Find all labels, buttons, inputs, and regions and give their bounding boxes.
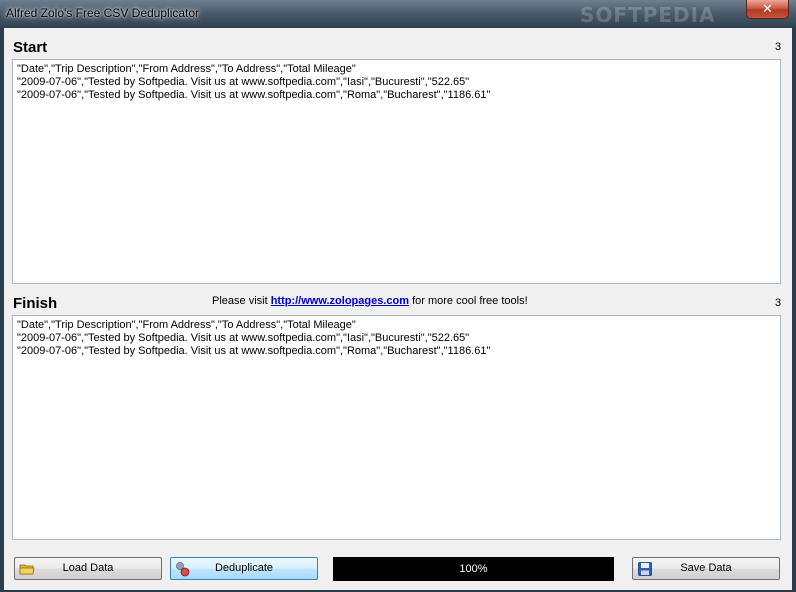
- finish-line: "2009-07-06","Tested by Softpedia. Visit…: [17, 332, 470, 344]
- start-line: "Date","Trip Description","From Address"…: [17, 63, 356, 75]
- finish-line: "2009-07-06","Tested by Softpedia. Visit…: [17, 345, 491, 357]
- promo-prefix: Please visit: [212, 295, 271, 307]
- load-data-button[interactable]: Load Data: [14, 557, 162, 580]
- finish-row-count: 3: [775, 297, 782, 309]
- start-title: Start: [13, 39, 48, 56]
- save-data-label: Save Data: [680, 562, 732, 574]
- deduplicate-label: Deduplicate: [214, 562, 274, 574]
- progress-bar: 100%: [333, 557, 614, 581]
- start-textbox[interactable]: "Date","Trip Description","From Address"…: [12, 59, 781, 284]
- deduplicate-button[interactable]: Deduplicate: [170, 557, 318, 580]
- finish-title: Finish: [13, 295, 58, 312]
- dedup-icon: [176, 562, 190, 577]
- start-line: "2009-07-06","Tested by Softpedia. Visit…: [17, 76, 470, 88]
- zolopages-link[interactable]: http://www.zolopages.com: [271, 295, 409, 307]
- progress-label: 100%: [459, 563, 488, 575]
- finish-line: "Date","Trip Description","From Address"…: [17, 319, 356, 331]
- window-title: Alfred Zolo's Free CSV Deduplicator: [6, 6, 200, 20]
- finish-textbox[interactable]: "Date","Trip Description","From Address"…: [12, 315, 781, 540]
- close-icon: ✕: [762, 1, 773, 16]
- close-button[interactable]: ✕: [746, 0, 789, 19]
- title-bar[interactable]: Alfred Zolo's Free CSV Deduplicator SOFT…: [0, 0, 796, 28]
- start-line: "2009-07-06","Tested by Softpedia. Visit…: [17, 89, 491, 101]
- softpedia-watermark: SOFTPEDIA: [580, 3, 716, 27]
- save-data-button[interactable]: Save Data: [632, 557, 780, 580]
- promo-text: Please visit http://www.zolopages.com fo…: [212, 295, 528, 307]
- promo-suffix: for more cool free tools!: [409, 295, 528, 307]
- floppy-disk-icon: [638, 562, 652, 576]
- load-data-label: Load Data: [62, 562, 114, 574]
- main-panel: Start 3 "Date","Trip Description","From …: [4, 28, 792, 590]
- start-row-count: 3: [775, 41, 782, 53]
- folder-icon: [19, 564, 35, 575]
